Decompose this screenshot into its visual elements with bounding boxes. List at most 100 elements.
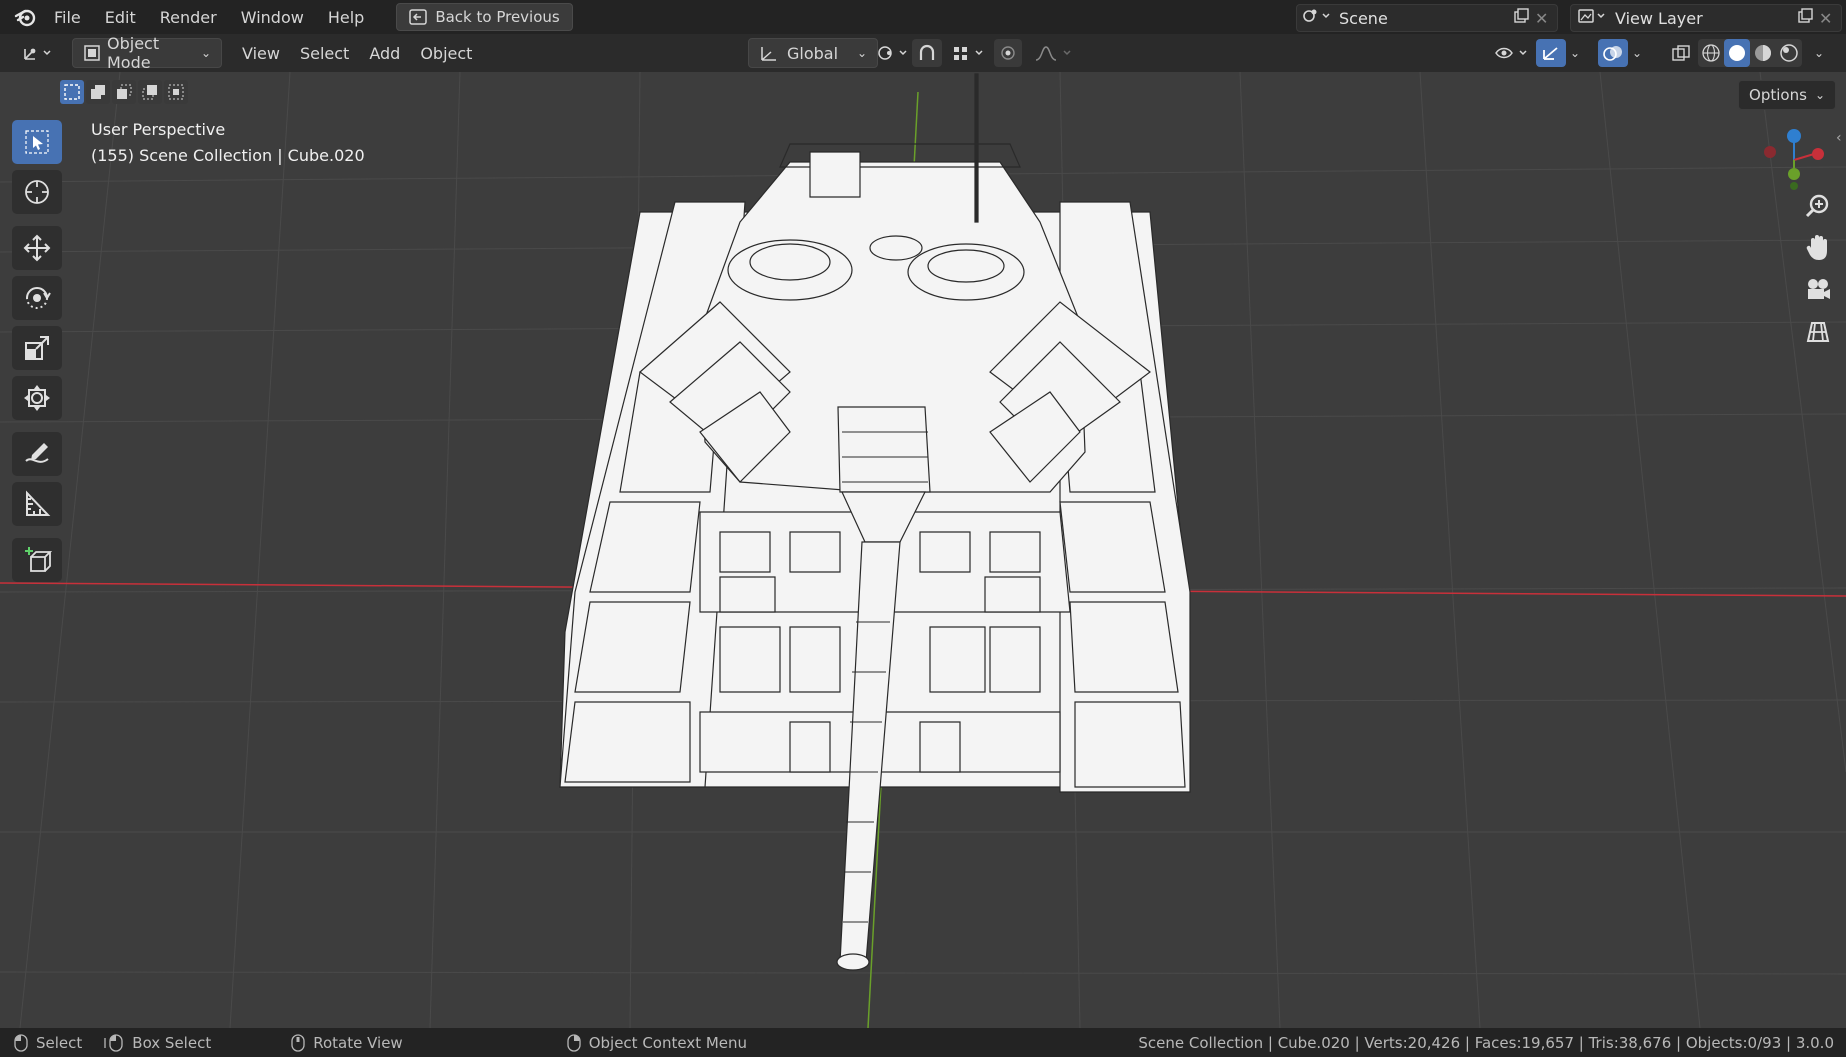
close-scene-icon[interactable]: ✕ [1535,9,1557,28]
back-label: Back to Previous [435,8,560,26]
status-bar: Select Box Select Rotate View Object Con… [0,1028,1846,1057]
visibility-icon [1495,47,1527,59]
back-to-previous-button[interactable]: Back to Previous [396,3,573,31]
snap-grid-icon [954,47,983,60]
select-invert-icon [142,85,157,100]
camera-icon [1808,279,1830,299]
select-tool-icon [25,130,49,154]
mouse-middle-icon [291,1033,305,1052]
select-invert-button[interactable] [138,80,162,104]
pan-hand-icon [1806,235,1827,260]
add-cube-tool-icon [25,547,52,572]
menu-window[interactable]: Window [229,8,316,27]
editor-type-button[interactable] [12,39,64,67]
sidebar-toggle-icon[interactable]: ‹ [1836,130,1846,150]
mouse-right-icon [567,1033,581,1052]
measure-tool-button[interactable] [12,482,62,526]
move-tool-icon [23,234,51,262]
new-view-layer-icon[interactable] [1797,8,1819,28]
object-mode-icon [84,45,100,61]
cursor-tool-button[interactable] [12,170,62,214]
select-tool-button[interactable] [12,120,62,164]
transform-orientation-dropdown[interactable]: Global ⌄ [748,38,878,68]
menu-edit[interactable]: Edit [93,8,148,27]
scale-tool-button[interactable] [12,326,62,370]
orientation-label: Global [787,43,839,63]
status-context-label: Object Context Menu [588,1033,748,1052]
header-menu-select[interactable]: Select [290,39,359,67]
measure-tool-icon [26,490,51,516]
add-cube-tool-button[interactable] [12,538,62,582]
object-mode-label: Object Mode [107,34,160,72]
header-menu-object[interactable]: Object [410,39,482,67]
falloff-icon [1035,46,1071,61]
header-menu-view[interactable]: View [232,39,290,67]
pan-button[interactable] [1798,230,1838,266]
mouse-drag-icon [104,1033,123,1052]
scene-selector[interactable]: Scene ✕ [1296,4,1558,32]
navigation-gizmo[interactable] [1754,126,1834,190]
xray-icon [1672,45,1690,61]
menu-help[interactable]: Help [316,8,376,27]
shading-mode-group [1698,39,1802,67]
select-subtract-icon [117,84,132,99]
blender-logo[interactable] [8,0,42,34]
material-shading-button[interactable] [1750,39,1776,67]
rotate-tool-button[interactable] [12,276,62,320]
snap-target-dropdown[interactable] [942,39,996,67]
rotate-tool-icon [26,287,51,309]
material-shading-icon [1755,45,1771,61]
back-icon [409,9,428,25]
select-extend-button[interactable] [86,80,110,104]
select-intersect-button[interactable] [164,80,188,104]
new-scene-icon[interactable] [1513,8,1535,28]
shading-dropdown[interactable]: ⌄ [1808,39,1830,67]
menu-render[interactable]: Render [148,8,229,27]
header-menu-add[interactable]: Add [359,39,410,67]
wireframe-shading-button[interactable] [1698,39,1724,67]
options-dropdown[interactable]: Options ⌄ [1738,80,1836,110]
viewport-collection-label: (155) Scene Collection | Cube.020 [91,146,365,165]
snap-toggle[interactable] [912,39,942,67]
overlay-icon [1603,46,1622,61]
rendered-shading-button[interactable] [1776,39,1802,67]
ortho-toggle-button[interactable] [1798,314,1838,350]
transform-tool-icon [24,385,50,411]
scale-tool-icon [25,336,49,360]
move-tool-button[interactable] [12,226,62,270]
xray-toggle[interactable] [1666,39,1696,67]
chevron-down-icon: ⌄ [1632,46,1643,60]
scene-icon [1301,7,1331,29]
cursor-tool-icon [25,180,49,204]
visibility-dropdown[interactable] [1484,39,1542,67]
transform-tool-button[interactable] [12,376,62,420]
pivot-icon [878,46,907,60]
close-view-layer-icon[interactable]: ✕ [1819,9,1841,28]
status-box-select-hint: Box Select [104,1034,211,1052]
camera-view-button[interactable] [1798,272,1838,308]
proportional-edit-toggle[interactable] [994,39,1022,67]
status-context-hint: Object Context Menu [567,1034,747,1052]
gizmo-dropdown[interactable]: ⌄ [1564,39,1586,67]
chevron-down-icon: ⌄ [1814,88,1825,102]
solid-shading-button[interactable] [1724,39,1750,67]
gizmo-toggle[interactable] [1536,39,1566,67]
overlay-dropdown[interactable]: ⌄ [1626,39,1648,67]
object-mode-dropdown[interactable]: Object Mode ⌄ [72,34,222,72]
select-subtract-button[interactable] [112,80,136,104]
view-layer-selector[interactable]: View Layer ✕ [1570,4,1842,32]
overlay-toggle[interactable] [1598,39,1628,67]
selection-mode-group [60,80,188,104]
scene-name: Scene [1339,8,1388,28]
annotate-tool-button[interactable] [12,432,62,476]
viewport-perspective-label: User Perspective [91,120,226,139]
options-label: Options [1749,86,1807,104]
3d-viewport[interactable]: User Perspective (155) Scene Collection … [0,72,1846,1028]
proportional-icon [1001,46,1015,60]
select-extend-icon [91,85,105,99]
falloff-dropdown[interactable] [1024,39,1084,67]
menu-file[interactable]: File [42,8,93,27]
select-new-button[interactable] [60,80,84,104]
viewport-header: Object Mode ⌄ View Select Add Object Glo… [0,34,1846,72]
zoom-button[interactable] [1798,188,1838,224]
